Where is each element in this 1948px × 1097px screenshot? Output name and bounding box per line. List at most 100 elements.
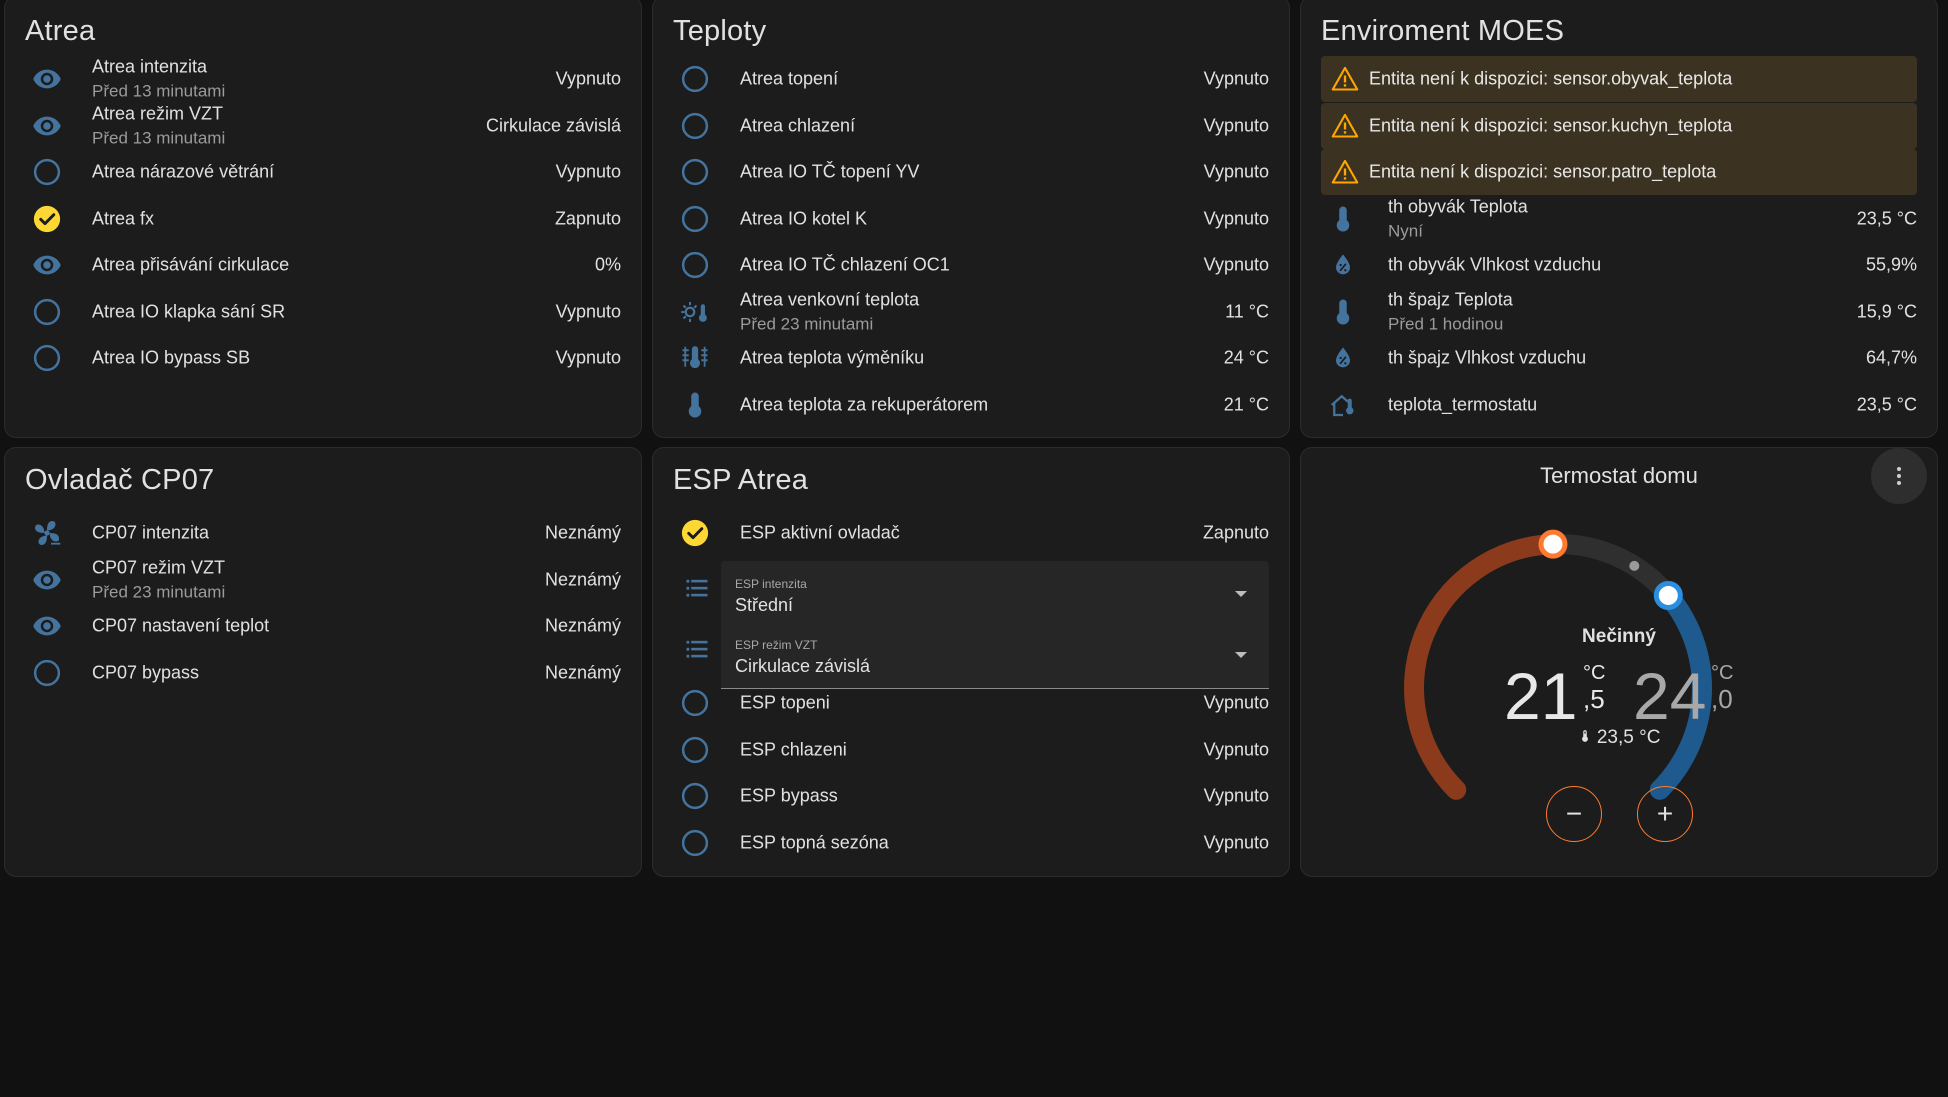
row-name: Atrea teplota za rekuperátorem	[740, 394, 989, 414]
row-state: Zapnuto	[1202, 522, 1269, 543]
heat-exchanger-icon	[677, 340, 713, 376]
current-temp-marker	[1629, 560, 1640, 571]
entity-row-atrea-rezim-vzt[interactable]: Atrea režim VZT Před 13 minutami Cirkulac…	[25, 100, 621, 152]
row-text: Atrea režim VZT Před 13 minutami	[92, 103, 225, 148]
row-state: Neznámý	[544, 522, 621, 543]
fan-icon	[29, 515, 65, 551]
entity-row-esp-aktivni-ovladac[interactable]: ESP aktivní ovladač Zapnuto	[673, 507, 1269, 559]
row-text: th špajz Teplota Před 1 hodinou	[1388, 289, 1513, 334]
warning-text: Entita není k dispozici: sensor.obyvak_t…	[1369, 68, 1733, 89]
row-secondary: Před 13 minutami	[92, 128, 226, 147]
row-text: Atrea fx	[92, 208, 154, 229]
hvac-state: Nečinný	[1582, 626, 1656, 647]
entity-row-atrea-venkovni-teplota[interactable]: Atrea venkovní teplota Před 23 minutami 1…	[673, 286, 1269, 338]
teploty-card: Teploty Atrea topení Vypnuto Atrea chlaz…	[652, 0, 1290, 438]
entity-row-th-obyvak-vlhkost-vzduchu[interactable]: th obyvák Vlhkost vzduchu 55,9%	[1321, 239, 1917, 291]
heat-setpoint-handle[interactable]	[1538, 529, 1568, 559]
row-text: Atrea venkovní teplota Před 23 minutami	[740, 289, 919, 334]
thermostat-card: Termostat domu Nečinný 21 °C ,5 24 °C ,0…	[1300, 447, 1938, 877]
esp-intenzita-select[interactable]: ESP intenzita Střední	[721, 561, 1269, 628]
entity-row-cp07-nastaveni-teplot[interactable]: CP07 nastavení teplot Neznámý	[25, 600, 621, 652]
thermostat-dial[interactable]	[1301, 448, 1938, 877]
row-state: 55,9%	[1865, 254, 1917, 275]
circle-outline-icon	[677, 732, 713, 768]
row-name: th obyvák Vlhkost vzduchu	[1388, 254, 1602, 275]
row-name: ESP bypass	[740, 785, 838, 806]
entity-row-esp-chlazeni[interactable]: ESP chlazeni Vypnuto	[673, 724, 1269, 776]
check-circle-icon	[29, 201, 65, 237]
entity-row-th-spajz-teplota[interactable]: th špajz Teplota Před 1 hodinou 15,9 °C	[1321, 286, 1917, 338]
row-text: Atrea teplota výměníku	[740, 348, 924, 369]
row-state: 0%	[594, 254, 621, 275]
entity-row-atrea-intenzita[interactable]: Atrea intenzita Před 13 minutami Vypnuto	[25, 53, 621, 105]
high-setpoint: 24	[1633, 656, 1706, 736]
entity-row-esp-topna-sezona[interactable]: ESP topná sezóna Vypnuto	[673, 817, 1269, 869]
row-text: teplota_termostatu	[1388, 394, 1537, 415]
entity-row-atrea-io-kotel-k[interactable]: Atrea IO kotel K Vypnuto	[673, 193, 1269, 245]
chevron-down-icon	[1235, 652, 1247, 658]
entity-row-esp-topeni[interactable]: ESP topeni Vypnuto	[673, 677, 1269, 729]
entity-row-atrea-prisavani-cirkulace[interactable]: Atrea přisávání cirkulace 0%	[25, 239, 621, 291]
entity-row-atrea-narazove-vetrani[interactable]: Atrea nárazové větrání Vypnuto	[25, 146, 621, 198]
esp-card: ESP Atrea ESP aktivní ovladač Zapnuto ES…	[652, 447, 1290, 877]
row-text: ESP topeni	[740, 693, 830, 714]
entity-row-atrea-topeni[interactable]: Atrea topení Vypnuto	[673, 53, 1269, 105]
increase-button[interactable]: +	[1637, 786, 1693, 842]
cool-setpoint-handle[interactable]	[1653, 580, 1683, 610]
unavailable-warning: Entita není k dispozici: sensor.kuchyn_t…	[1321, 102, 1917, 149]
alert-icon	[1331, 112, 1359, 140]
row-name: Atrea režim VZT	[92, 103, 224, 123]
entity-row-atrea-io-klapka-sani-sr[interactable]: Atrea IO klapka sání SR Vypnuto	[25, 286, 621, 338]
entity-row-atrea-teplota-za-rekuperatorem[interactable]: Atrea teplota za rekuperátorem 21 °C	[673, 379, 1269, 431]
row-name: CP07 intenzita	[92, 522, 210, 543]
row-text: Atrea intenzita Před 13 minutami	[92, 57, 225, 102]
row-state: Vypnuto	[1203, 254, 1269, 275]
entity-row-th-spajz-vlhkost-vzduchu[interactable]: th špajz Vlhkost vzduchu 64,7%	[1321, 332, 1917, 384]
row-secondary: Nyní	[1388, 221, 1423, 240]
row-name: CP07 bypass	[92, 662, 200, 682]
entity-row-atrea-io-tc-chlazeni-oc1[interactable]: Atrea IO TČ chlazení OC1 Vypnuto	[673, 239, 1269, 291]
entity-row-esp-bypass[interactable]: ESP bypass Vypnuto	[673, 770, 1269, 822]
row-state: Vypnuto	[555, 347, 621, 368]
circle-outline-icon	[29, 294, 65, 330]
entity-row-atrea-io-bypass-sb[interactable]: Atrea IO bypass SB Vypnuto	[25, 332, 621, 384]
row-name: Atrea IO TČ topení YV	[740, 161, 920, 182]
row-name: ESP topeni	[740, 692, 830, 713]
select-label: ESP režim VZT	[735, 638, 818, 652]
unavailable-warning: Entita není k dispozici: sensor.patro_te…	[1321, 149, 1917, 195]
decrease-button[interactable]: −	[1546, 786, 1602, 842]
row-state: Vypnuto	[1203, 785, 1269, 806]
entity-row-atrea-chlazeni[interactable]: Atrea chlazení Vypnuto	[673, 100, 1269, 152]
row-text: CP07 nastavení teplot	[92, 616, 269, 637]
entity-row-th-obyvak-teplota[interactable]: th obyvák Teplota Nyní 23,5 °C	[1321, 193, 1917, 245]
thermometer-icon	[1581, 730, 1588, 742]
card-title: Ovladač CP07	[25, 464, 215, 496]
row-text: Atrea IO kotel K	[740, 208, 867, 229]
thermometer-icon	[1325, 294, 1361, 330]
high-setpoint-int: 24	[1633, 659, 1707, 733]
row-state: Vypnuto	[1203, 832, 1269, 852]
entity-row-atrea-io-tc-topeni-yv[interactable]: Atrea IO TČ topení YV Vypnuto	[673, 146, 1269, 198]
unavailable-warning: Entita není k dispozici: sensor.obyvak_t…	[1321, 56, 1917, 102]
entity-row-cp07-bypass[interactable]: CP07 bypass Neznámý	[25, 647, 621, 699]
row-text: th špajz Vlhkost vzduchu	[1388, 348, 1586, 369]
circle-outline-icon	[677, 778, 713, 814]
low-setpoint: 21	[1504, 656, 1577, 736]
row-text: Atrea nárazové větrání	[92, 162, 274, 183]
entity-row-atrea-fx[interactable]: Atrea fx Zapnuto	[25, 193, 621, 245]
circle-outline-icon	[29, 655, 65, 691]
row-name: Atrea fx	[92, 208, 155, 228]
circle-outline-icon	[677, 825, 713, 861]
circle-outline-icon	[677, 685, 713, 721]
row-text: CP07 režim VZT Před 23 minutami	[92, 557, 225, 602]
entity-row-atrea-teplota-vymeniku[interactable]: Atrea teplota výměníku 24 °C	[673, 332, 1269, 384]
entity-row-teplota-termostatu[interactable]: teplota_termostatu 23,5 °C	[1321, 379, 1917, 431]
high-setpoint-decimal: ,0	[1711, 684, 1733, 714]
row-state: Vypnuto	[1203, 115, 1269, 135]
entity-row-cp07-rezim-vzt[interactable]: CP07 režim VZT Před 23 minutami Neznámý	[25, 554, 621, 606]
circle-outline-icon	[677, 201, 713, 237]
plus-icon: +	[1656, 798, 1674, 829]
low-setpoint-decimal: ,5	[1583, 684, 1605, 714]
card-title: Teploty	[673, 15, 767, 47]
entity-row-cp07-intenzita[interactable]: CP07 intenzita Neznámý	[25, 507, 621, 559]
